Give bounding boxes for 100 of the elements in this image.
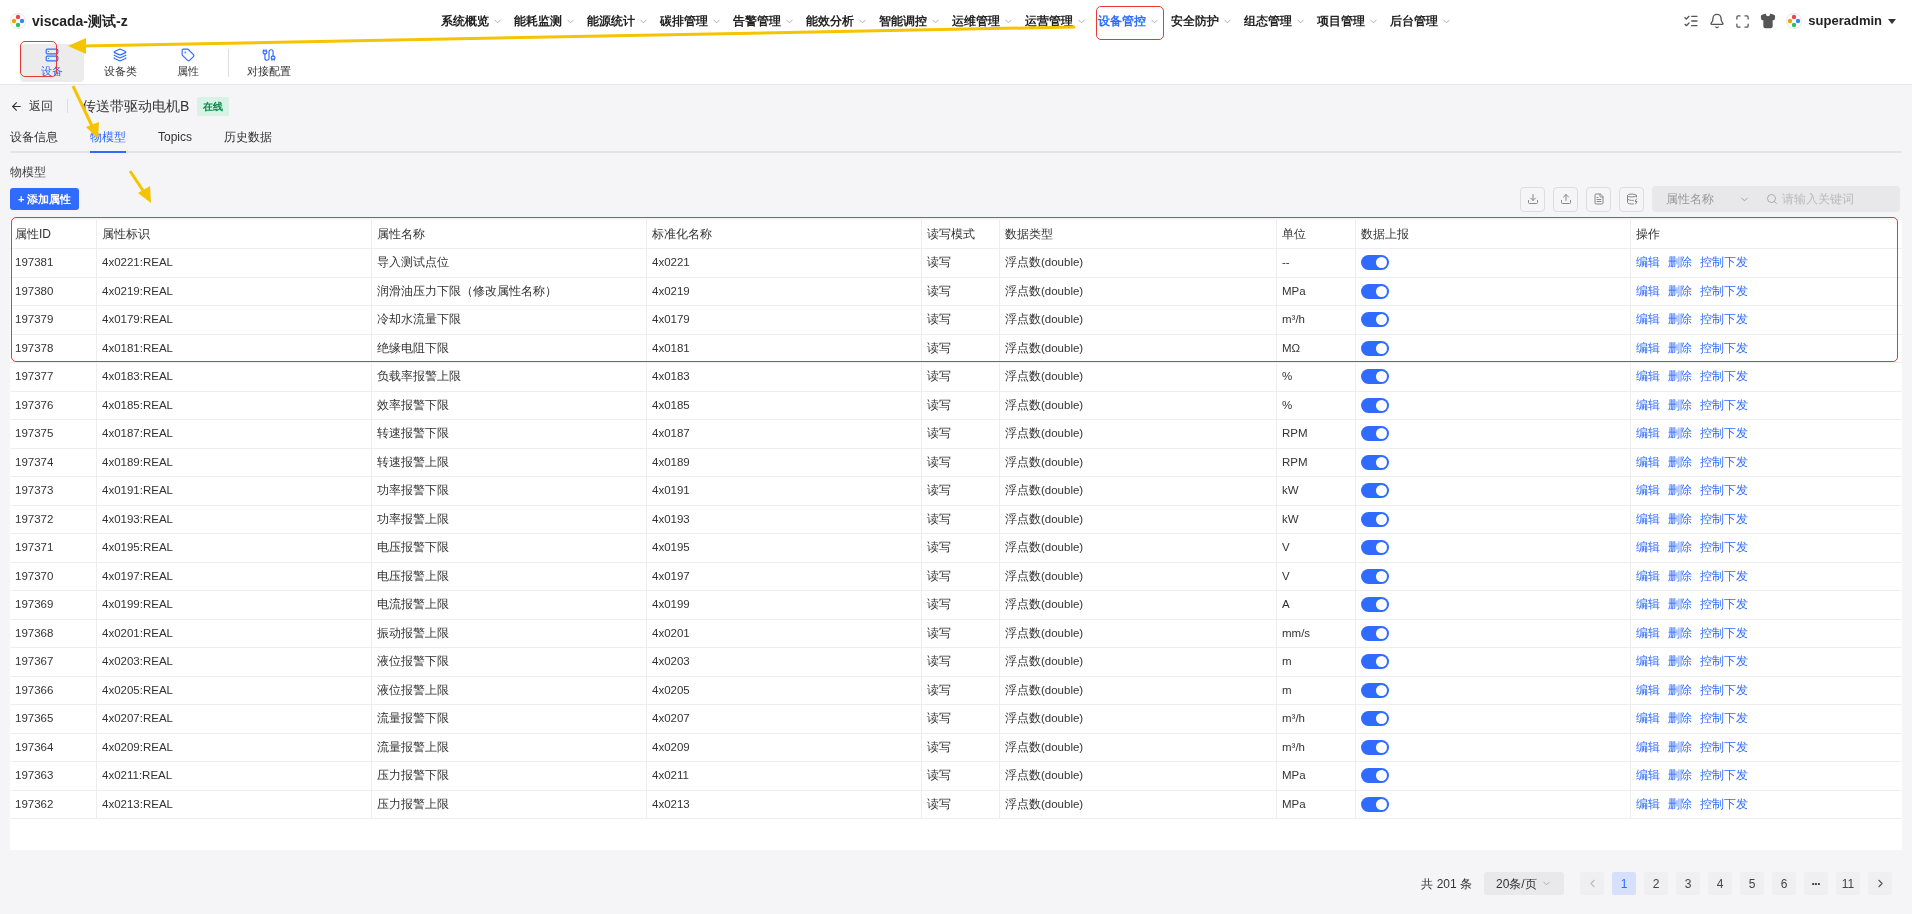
action-link[interactable]: 删除 [1668, 453, 1692, 471]
report-toggle[interactable] [1361, 255, 1389, 271]
action-link[interactable]: 控制下发 [1700, 539, 1748, 557]
action-link[interactable]: 删除 [1668, 282, 1692, 300]
checklist-icon[interactable] [1683, 13, 1700, 29]
report-toggle[interactable] [1361, 397, 1389, 413]
report-toggle[interactable] [1361, 654, 1389, 670]
username[interactable]: superadmin [1808, 11, 1882, 31]
report-toggle[interactable] [1361, 511, 1389, 527]
action-link[interactable]: 删除 [1668, 596, 1692, 614]
nav-menu-item[interactable]: 组态管理 [1240, 7, 1310, 35]
caret-down-icon[interactable] [1888, 18, 1896, 24]
back-link[interactable]: 返回 [10, 97, 53, 115]
nav-menu-item[interactable]: 安全防护 [1167, 7, 1237, 35]
action-link[interactable]: 编辑 [1636, 282, 1660, 300]
action-link[interactable]: 控制下发 [1700, 567, 1748, 585]
action-link[interactable]: 控制下发 [1700, 624, 1748, 642]
action-link[interactable]: 编辑 [1636, 339, 1660, 357]
subnav-item[interactable]: 设备类 [88, 44, 152, 82]
report-toggle[interactable] [1361, 312, 1389, 328]
action-link[interactable]: 编辑 [1636, 710, 1660, 728]
action-link[interactable]: 删除 [1668, 567, 1692, 585]
nav-menu-item[interactable]: 智能调控 [875, 7, 945, 35]
page-button[interactable]: 6 [1772, 872, 1796, 895]
action-link[interactable]: 编辑 [1636, 681, 1660, 699]
action-link[interactable]: 删除 [1668, 368, 1692, 386]
nav-menu-item[interactable]: 能效分析 [802, 7, 872, 35]
report-toggle[interactable] [1361, 739, 1389, 755]
add-property-button[interactable]: + 添加属性 [10, 188, 80, 210]
action-link[interactable]: 编辑 [1636, 311, 1660, 329]
action-link[interactable]: 编辑 [1636, 368, 1660, 386]
action-link[interactable]: 控制下发 [1700, 738, 1748, 756]
nav-menu-item[interactable]: 设备管控 [1094, 7, 1164, 35]
action-link[interactable]: 控制下发 [1700, 710, 1748, 728]
tab[interactable]: 历史数据 [224, 128, 272, 153]
action-link[interactable]: 删除 [1668, 396, 1692, 414]
database-icon[interactable] [1619, 186, 1644, 212]
page-button[interactable]: 2 [1644, 872, 1668, 895]
page-button[interactable]: 3 [1676, 872, 1700, 895]
report-toggle[interactable] [1361, 625, 1389, 641]
action-link[interactable]: 删除 [1668, 425, 1692, 443]
report-toggle[interactable] [1361, 540, 1389, 556]
action-link[interactable]: 删除 [1668, 710, 1692, 728]
nav-menu-item[interactable]: 运营管理 [1021, 7, 1091, 35]
nav-menu-item[interactable]: 项目管理 [1313, 7, 1383, 35]
action-link[interactable]: 删除 [1668, 767, 1692, 785]
action-link[interactable]: 控制下发 [1700, 795, 1748, 813]
subnav-item[interactable]: 对接配置 [237, 44, 301, 82]
action-link[interactable]: 编辑 [1636, 510, 1660, 528]
action-link[interactable]: 删除 [1668, 482, 1692, 500]
action-link[interactable]: 编辑 [1636, 254, 1660, 272]
nav-menu-item[interactable]: 告警管理 [729, 7, 799, 35]
nav-menu-item[interactable]: 能耗监测 [510, 7, 580, 35]
action-link[interactable]: 编辑 [1636, 567, 1660, 585]
action-link[interactable]: 编辑 [1636, 596, 1660, 614]
report-toggle[interactable] [1361, 682, 1389, 698]
action-link[interactable]: 控制下发 [1700, 482, 1748, 500]
action-link[interactable]: 控制下发 [1700, 368, 1748, 386]
action-link[interactable]: 控制下发 [1700, 339, 1748, 357]
action-link[interactable]: 删除 [1668, 539, 1692, 557]
action-link[interactable]: 控制下发 [1700, 453, 1748, 471]
filter-select[interactable]: 属性名称 [1652, 186, 1760, 212]
report-toggle[interactable] [1361, 711, 1389, 727]
report-toggle[interactable] [1361, 796, 1389, 812]
nav-menu-item[interactable]: 运维管理 [948, 7, 1018, 35]
nav-menu-item[interactable]: 能源统计 [583, 7, 653, 35]
action-link[interactable]: 编辑 [1636, 653, 1660, 671]
report-toggle[interactable] [1361, 597, 1389, 613]
action-link[interactable]: 删除 [1668, 738, 1692, 756]
subnav-item[interactable]: 属性 [156, 44, 220, 82]
action-link[interactable]: 编辑 [1636, 425, 1660, 443]
action-link[interactable]: 编辑 [1636, 482, 1660, 500]
upload-icon[interactable] [1553, 186, 1578, 212]
tab[interactable]: 设备信息 [10, 128, 58, 153]
action-link[interactable]: 删除 [1668, 510, 1692, 528]
action-link[interactable]: 控制下发 [1700, 425, 1748, 443]
action-link[interactable]: 删除 [1668, 311, 1692, 329]
page-button[interactable]: 11 [1836, 872, 1860, 895]
report-toggle[interactable] [1361, 426, 1389, 442]
action-link[interactable]: 删除 [1668, 339, 1692, 357]
report-toggle[interactable] [1361, 283, 1389, 299]
action-link[interactable]: 编辑 [1636, 767, 1660, 785]
action-link[interactable]: 删除 [1668, 254, 1692, 272]
report-toggle[interactable] [1361, 483, 1389, 499]
document-icon[interactable] [1586, 186, 1611, 212]
notification-icon[interactable] [1709, 13, 1726, 29]
report-toggle[interactable] [1361, 340, 1389, 356]
tab[interactable]: Topics [158, 128, 192, 153]
nav-menu-item[interactable]: 碳排管理 [656, 7, 726, 35]
action-link[interactable]: 控制下发 [1700, 681, 1748, 699]
page-button[interactable]: 4 [1708, 872, 1732, 895]
report-toggle[interactable] [1361, 454, 1389, 470]
action-link[interactable]: 控制下发 [1700, 311, 1748, 329]
action-link[interactable]: 控制下发 [1700, 596, 1748, 614]
action-link[interactable]: 控制下发 [1700, 254, 1748, 272]
next-page-button[interactable] [1868, 872, 1892, 895]
action-link[interactable]: 控制下发 [1700, 510, 1748, 528]
report-toggle[interactable] [1361, 568, 1389, 584]
action-link[interactable]: 控制下发 [1700, 767, 1748, 785]
action-link[interactable]: 编辑 [1636, 738, 1660, 756]
